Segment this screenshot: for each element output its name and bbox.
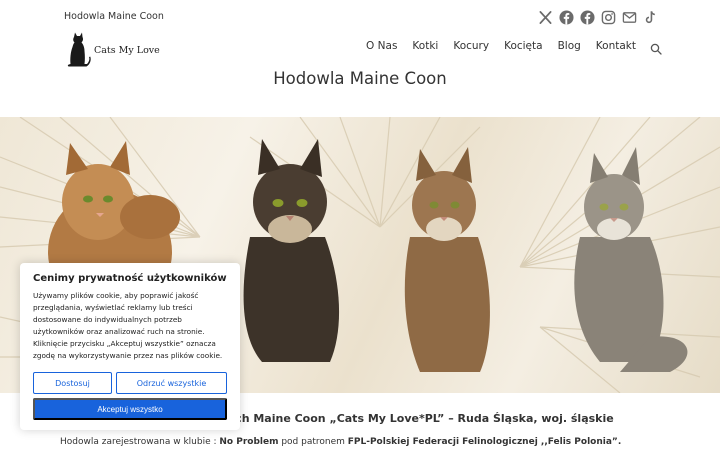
nav-blog[interactable]: Blog xyxy=(558,40,581,52)
facebook-icon[interactable] xyxy=(559,10,574,25)
customize-button[interactable]: Dostosuj xyxy=(33,372,112,394)
email-icon[interactable] xyxy=(622,10,637,25)
nav-kocieta[interactable]: Kocięta xyxy=(504,40,543,52)
federation-name: FPL-Polskiej Federacji Felinologicznej ,… xyxy=(347,437,622,447)
nav-kotki[interactable]: Kotki xyxy=(412,40,438,52)
info-prefix: Hodowla zarejestrowana w klubie : xyxy=(60,437,220,447)
cat-dark-tabby xyxy=(243,139,340,362)
info-middle: pod patronem xyxy=(278,437,348,447)
search-icon[interactable] xyxy=(650,40,662,55)
accept-all-button[interactable]: Akceptuj wszystko xyxy=(33,398,227,420)
reject-all-button[interactable]: Odrzuć wszystkie xyxy=(116,372,227,394)
cookie-consent-dialog: Cenimy prywatność użytkowników Używamy p… xyxy=(20,263,240,430)
site-logo[interactable]: Cats My Love xyxy=(64,31,160,69)
x-icon[interactable] xyxy=(538,10,553,25)
main-nav: O Nas Kotki Kocury Kocięta Blog Kontakt xyxy=(351,40,662,55)
breeding-subheading: ych Maine Coon „Cats My Love*PL” – Ruda … xyxy=(228,412,614,425)
club-name: No Problem xyxy=(219,437,279,447)
top-bar: Hodowla Maine Coon xyxy=(0,0,720,34)
nav-o-nas[interactable]: O Nas xyxy=(366,40,397,52)
consent-secondary-actions: Dostosuj Odrzuć wszystkie xyxy=(33,372,227,394)
consent-body: Używamy plików cookie, aby poprawić jako… xyxy=(33,291,223,360)
site-header: Cats My Love O Nas Kotki Kocury Kocięta … xyxy=(0,30,720,70)
instagram-icon[interactable] xyxy=(601,10,616,25)
nav-kocury[interactable]: Kocury xyxy=(453,40,489,52)
registration-info: Hodowla zarejestrowana w klubie : No Pro… xyxy=(60,437,621,447)
top-tagline: Hodowla Maine Coon xyxy=(64,11,164,22)
page-title: Hodowla Maine Coon xyxy=(273,69,447,88)
cat-brown-tabby xyxy=(404,147,490,372)
brand-name: Cats My Love xyxy=(94,45,160,56)
cat-silhouette-icon xyxy=(67,32,91,67)
cat-silver-tabby xyxy=(574,147,688,372)
social-links xyxy=(538,10,658,25)
tiktok-icon[interactable] xyxy=(643,10,658,25)
facebook-icon[interactable] xyxy=(580,10,595,25)
consent-title: Cenimy prywatność użytkowników xyxy=(33,273,227,284)
nav-kontakt[interactable]: Kontakt xyxy=(596,40,636,52)
